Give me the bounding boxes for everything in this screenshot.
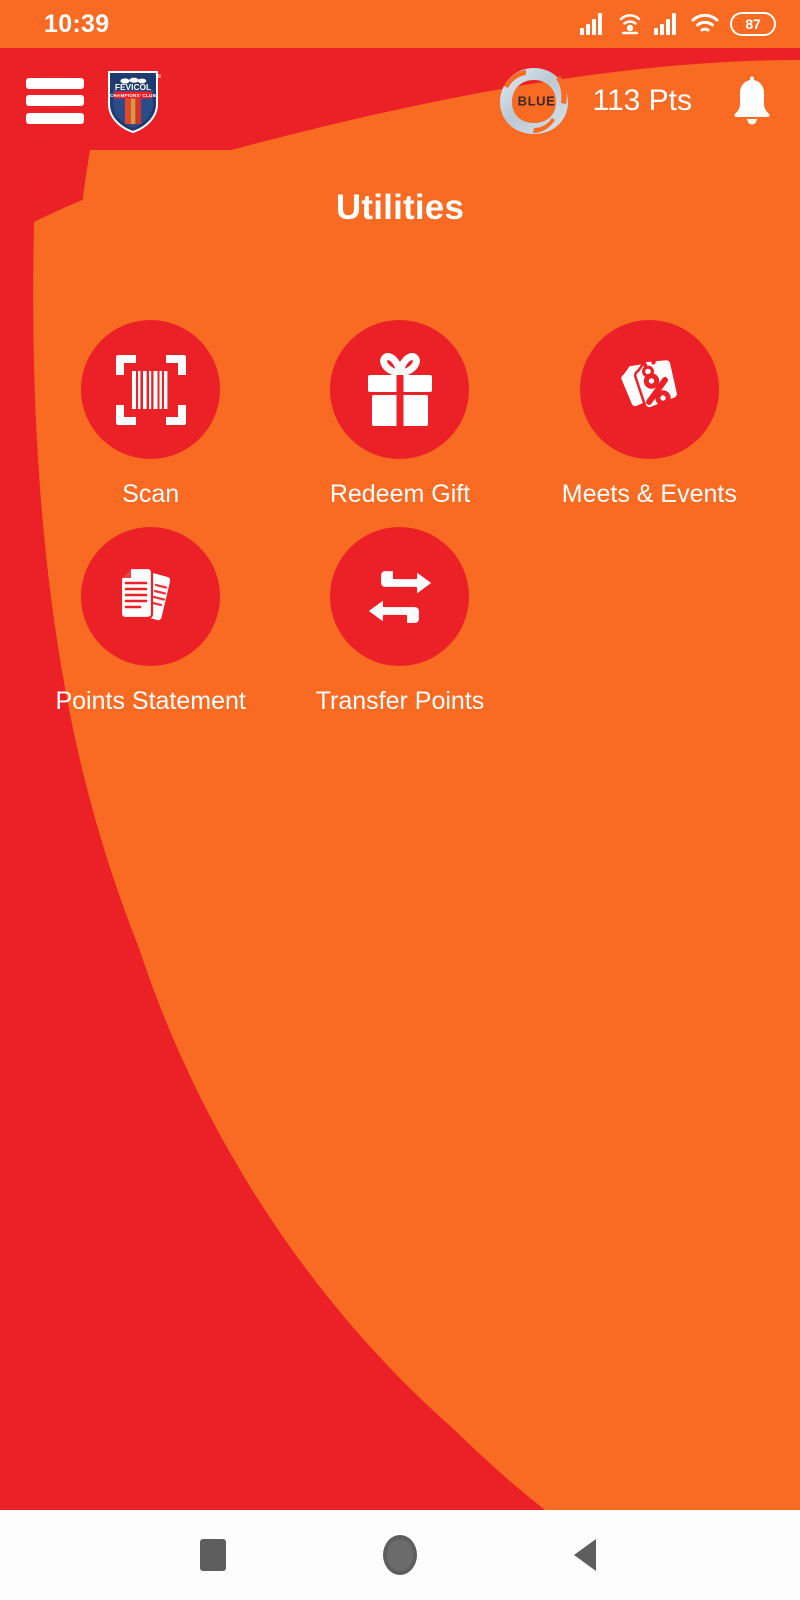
utility-grid: Scan Redeem Gift Meets & Events Points S… <box>26 312 774 726</box>
recents-square-icon[interactable] <box>178 1520 248 1590</box>
discount-tags-icon <box>619 353 680 410</box>
signal-bars-icon <box>580 13 602 35</box>
points-balance[interactable]: 113 Pts <box>592 84 692 118</box>
utility-icon-circle <box>330 320 470 459</box>
battery-icon: 87 <box>730 12 776 36</box>
utility-icon-circle <box>81 320 221 459</box>
status-clock: 10:39 <box>44 9 110 38</box>
brand-subtitle-text: CHAMPIONS' CLUB <box>110 93 157 98</box>
hamburger-bar <box>26 95 84 106</box>
utility-label: Transfer Points <box>315 687 485 715</box>
barcode-scan-icon <box>115 354 186 425</box>
home-circle-glyph <box>382 1535 417 1575</box>
bell-icon[interactable] <box>726 73 778 129</box>
utility-label: Redeem Gift <box>329 480 471 508</box>
home-circle-icon[interactable] <box>365 1520 435 1590</box>
utility-item-transfer-points[interactable]: Transfer Points <box>275 519 524 726</box>
gift-box-icon <box>367 352 432 426</box>
signal-bars-icon <box>654 13 676 35</box>
utility-grid-empty-cell <box>525 519 774 726</box>
hamburger-bar <box>26 112 84 124</box>
tier-badge-label: BLUE <box>517 93 556 108</box>
status-icons-group: 87 <box>580 12 776 36</box>
utility-icon-circle <box>81 527 221 666</box>
brand-name-text: FEVICOL <box>115 82 151 92</box>
wifi-icon <box>691 13 719 32</box>
utility-label: Points Statement <box>55 687 246 715</box>
app-screen: 10:39 87 FEVICOL CHAMPIONS' CLUB TM BLUE… <box>0 0 800 1600</box>
hamburger-menu-icon[interactable] <box>26 77 84 124</box>
utility-item-scan[interactable]: Scan <box>26 312 275 519</box>
documents-icon <box>119 566 173 622</box>
page-title: Utilities <box>335 188 465 227</box>
transfer-arrows-icon <box>365 568 435 625</box>
utility-icon-circle <box>579 320 719 459</box>
utility-item-points-statement[interactable]: Points Statement <box>26 519 275 726</box>
utility-label: Meets & Events <box>561 480 737 508</box>
utility-label: Scan <box>122 480 180 508</box>
hamburger-bar <box>26 77 84 89</box>
status-bar: 10:39 87 <box>0 0 800 48</box>
tier-badge[interactable]: BLUE <box>492 62 576 140</box>
app-header: FEVICOL CHAMPIONS' CLUB TM BLUE 113 Pts <box>0 48 800 153</box>
utility-icon-circle <box>330 527 470 666</box>
hotspot-icon <box>619 14 641 35</box>
android-navigation-bar <box>0 1510 800 1600</box>
utility-item-meets-events[interactable]: Meets & Events <box>525 312 774 519</box>
trademark-text: TM <box>155 74 161 80</box>
back-triangle-icon[interactable] <box>552 1520 622 1590</box>
battery-level-label: 87 <box>745 16 761 32</box>
utility-item-redeem-gift[interactable]: Redeem Gift <box>275 312 524 519</box>
recents-square-glyph <box>200 1539 227 1571</box>
brand-logo[interactable]: FEVICOL CHAMPIONS' CLUB TM <box>105 68 162 134</box>
background-decoration <box>0 0 800 1600</box>
back-triangle-glyph <box>573 1539 596 1571</box>
